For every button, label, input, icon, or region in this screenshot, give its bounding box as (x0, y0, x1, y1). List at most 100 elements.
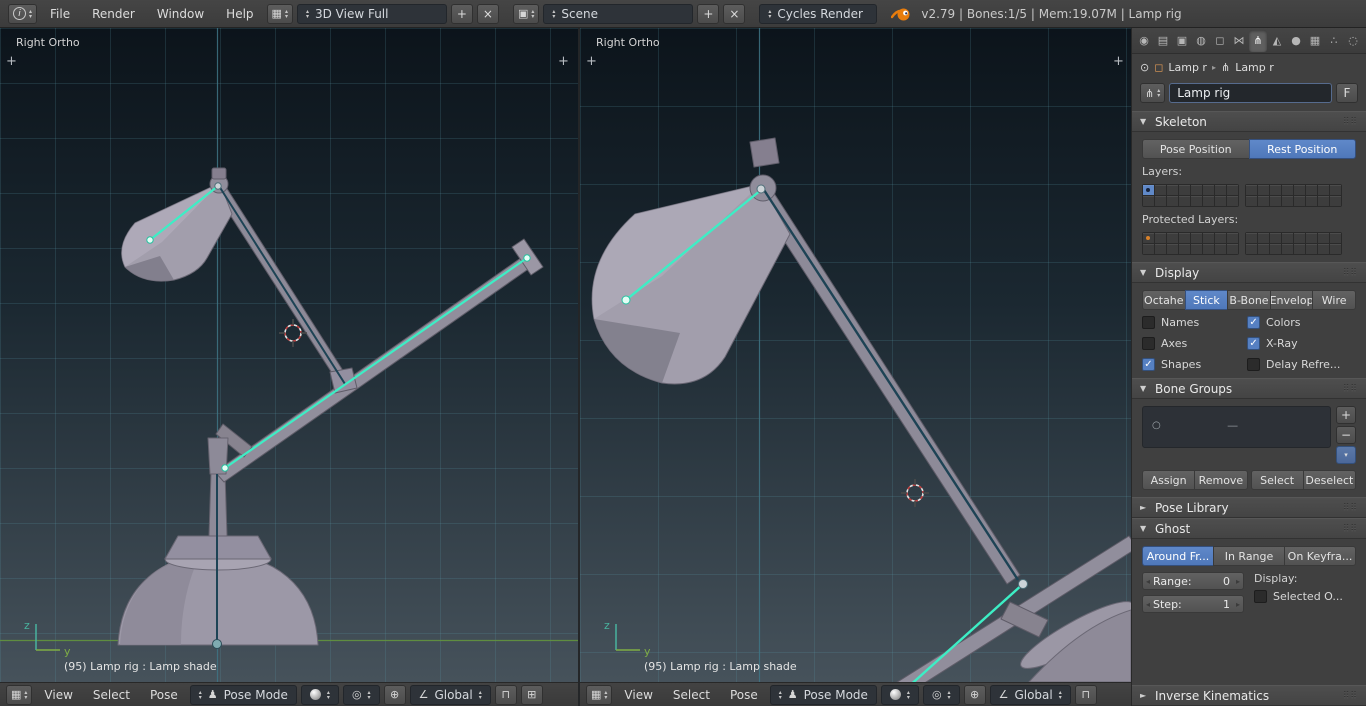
menu-select[interactable]: Select (85, 684, 138, 706)
toolbar-expand-icon[interactable]: + (6, 54, 17, 69)
layer-toggle[interactable] (1227, 244, 1238, 254)
viewport-shading-select[interactable]: ▴▾ (301, 685, 339, 705)
colors-checkbox[interactable]: ✓ (1247, 316, 1260, 329)
layer-toggle[interactable] (1258, 196, 1269, 206)
tab-texture[interactable]: ▦ (1306, 30, 1324, 52)
tab-scene[interactable]: ▣ (1173, 30, 1191, 52)
ghost-in-range-button[interactable]: In Range (1213, 546, 1285, 566)
panel-grip-icon[interactable]: ⠿⠿ (1343, 503, 1358, 513)
drawtype-bbone-button[interactable]: B-Bone (1227, 290, 1271, 310)
stepper-left-icon[interactable]: ◂ (1146, 577, 1150, 586)
manipulator-toggle[interactable]: ⊕ (964, 685, 986, 705)
ghost-range-stepper[interactable]: ◂ Range: 0 ▸ (1142, 572, 1244, 590)
id-type-button[interactable]: ⋔ ▴▾ (1140, 83, 1165, 103)
layer-toggle[interactable] (1155, 196, 1166, 206)
pin-icon[interactable]: ⊙ (1140, 61, 1149, 74)
remove-bone-group-button[interactable]: − (1336, 426, 1356, 444)
drawtype-stick-button[interactable]: Stick (1185, 290, 1229, 310)
layer-toggle[interactable] (1227, 233, 1238, 243)
layer-toggle[interactable] (1215, 233, 1226, 243)
layer-toggle[interactable] (1167, 196, 1178, 206)
menu-view[interactable]: View (36, 684, 80, 706)
menu-render[interactable]: Render (83, 1, 144, 27)
select-button[interactable]: Select (1251, 470, 1304, 490)
layer-toggle[interactable] (1191, 233, 1202, 243)
layer-toggle[interactable] (1270, 244, 1281, 254)
layer-toggle[interactable] (1318, 196, 1329, 206)
layer-toggle[interactable] (1143, 244, 1154, 254)
layer-toggle[interactable] (1203, 233, 1214, 243)
layer-toggle[interactable] (1227, 196, 1238, 206)
panel-ghost-header[interactable]: ▼ Ghost ⠿⠿ (1132, 518, 1366, 539)
layer-toggle[interactable] (1203, 244, 1214, 254)
info-editor-button[interactable]: i ▴▾ (8, 4, 37, 24)
fake-user-button[interactable]: F (1336, 83, 1358, 103)
tab-material[interactable]: ● (1287, 30, 1305, 52)
render-preview-button[interactable]: ⊞ (521, 685, 543, 705)
layer-toggle[interactable] (1246, 196, 1257, 206)
pivot-point-select[interactable]: ◎ ▴▾ (343, 685, 380, 705)
layer-toggle[interactable] (1318, 244, 1329, 254)
layer-toggle[interactable] (1143, 185, 1154, 195)
menu-select[interactable]: Select (665, 684, 718, 706)
layer-toggle[interactable] (1167, 244, 1178, 254)
ghost-step-stepper[interactable]: ◂ Step: 1 ▸ (1142, 595, 1244, 613)
assign-button[interactable]: Assign (1142, 470, 1195, 490)
layer-toggle[interactable] (1191, 244, 1202, 254)
drawtype-wire-button[interactable]: Wire (1312, 290, 1356, 310)
layer-toggle[interactable] (1179, 196, 1190, 206)
selected-only-checkbox[interactable]: ✓ (1254, 590, 1267, 603)
layer-toggle[interactable] (1294, 244, 1305, 254)
layer-toggle[interactable] (1143, 196, 1154, 206)
layer-toggle[interactable] (1270, 185, 1281, 195)
layer-toggle[interactable] (1191, 185, 1202, 195)
shapes-checkbox[interactable]: ✓ (1142, 358, 1155, 371)
layer-toggle[interactable] (1179, 244, 1190, 254)
layer-toggle[interactable] (1246, 233, 1257, 243)
layer-toggle[interactable] (1227, 185, 1238, 195)
layer-toggle[interactable] (1179, 233, 1190, 243)
panel-grip-icon[interactable]: ⠿⠿ (1343, 524, 1358, 534)
mode-select[interactable]: ▴▾ ♟ Pose Mode (770, 685, 877, 705)
ghost-on-keyframe-button[interactable]: On Keyfra... (1284, 546, 1356, 566)
lamp-model[interactable] (118, 168, 543, 645)
panel-grip-icon[interactable]: ⠿⠿ (1343, 268, 1358, 278)
panel-inverse-kinematics-header[interactable]: ► Inverse Kinematics ⠿⠿ (1132, 685, 1366, 706)
layer-toggle[interactable] (1270, 233, 1281, 243)
panel-bone-groups-header[interactable]: ▼ Bone Groups ⠿⠿ (1132, 378, 1366, 399)
layer-toggle[interactable] (1203, 196, 1214, 206)
orientation-select[interactable]: ∠ Global ▴▾ (410, 685, 491, 705)
layer-toggle[interactable] (1318, 233, 1329, 243)
layer-toggle[interactable] (1306, 233, 1317, 243)
layer-toggle[interactable] (1294, 233, 1305, 243)
layer-toggle[interactable] (1282, 244, 1293, 254)
panel-grip-icon[interactable]: ⠿⠿ (1343, 384, 1358, 394)
tab-modifiers[interactable]: ◭ (1268, 30, 1286, 52)
snap-toggle[interactable]: ⊓ (1075, 685, 1097, 705)
viewport-shading-select[interactable]: ▴▾ (881, 685, 919, 705)
render-engine-select[interactable]: ▴▾ Cycles Render (759, 4, 877, 24)
scene-select[interactable]: ▴▾ Scene (543, 4, 693, 24)
stepper-right-icon[interactable]: ▸ (1236, 600, 1240, 609)
layer-toggle[interactable] (1330, 185, 1341, 195)
layer-toggle[interactable] (1246, 185, 1257, 195)
layer-toggle[interactable] (1215, 185, 1226, 195)
pose-position-button[interactable]: Pose Position (1142, 139, 1250, 159)
layer-toggle[interactable] (1167, 233, 1178, 243)
breadcrumb-object[interactable]: Lamp r (1168, 61, 1207, 74)
menu-file[interactable]: File (41, 1, 79, 27)
layer-toggle[interactable] (1282, 196, 1293, 206)
menu-pose[interactable]: Pose (142, 684, 186, 706)
viewport-3d-left[interactable]: z y Right Ortho + + (95) Lamp rig : Lamp… (0, 28, 578, 682)
tab-data-armature[interactable]: ⋔ (1249, 30, 1267, 52)
layer-toggle[interactable] (1155, 233, 1166, 243)
ghost-around-frame-button[interactable]: Around Fr... (1142, 546, 1214, 566)
armature-name-input[interactable]: Lamp rig (1169, 83, 1332, 103)
panel-skeleton-header[interactable]: ▼ Skeleton ⠿⠿ (1132, 111, 1366, 132)
layer-toggle[interactable] (1294, 196, 1305, 206)
orientation-select[interactable]: ∠ Global ▴▾ (990, 685, 1071, 705)
menu-view[interactable]: View (616, 684, 660, 706)
layer-toggle[interactable] (1306, 185, 1317, 195)
tab-render[interactable]: ◉ (1135, 30, 1153, 52)
remove-button[interactable]: Remove (1194, 470, 1247, 490)
